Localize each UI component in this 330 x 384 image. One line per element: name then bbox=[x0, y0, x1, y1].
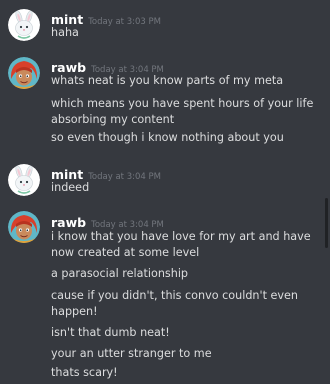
message-text: which means you have spent hours of your… bbox=[51, 97, 314, 126]
message-text: a parasocial relationship bbox=[51, 267, 189, 280]
avatar[interactable] bbox=[8, 9, 40, 41]
message-text: your an utter stranger to me bbox=[51, 347, 212, 360]
bunny-avatar-icon bbox=[8, 164, 40, 196]
bunny-avatar-icon bbox=[8, 9, 40, 41]
message-text: whats neat is you know parts of my meta bbox=[51, 74, 284, 87]
chat-messages-area: mint Today at 3:03 PM haha rawb Today at 3… bbox=[0, 0, 330, 384]
message-header: mint Today at 3:03 PM bbox=[51, 9, 161, 27]
message-text: so even though i know nothing about you bbox=[51, 131, 284, 144]
message-text: indeed bbox=[51, 181, 90, 194]
avatar[interactable] bbox=[8, 164, 40, 196]
red-haired-character-avatar-icon bbox=[8, 211, 40, 243]
scrollbar[interactable] bbox=[325, 198, 328, 248]
message-header: rawb Today at 3:04 PM bbox=[51, 212, 164, 230]
message-text: thats scary! bbox=[51, 366, 118, 379]
message-header: mint Today at 3:04 PM bbox=[51, 164, 161, 182]
red-haired-character-avatar-icon bbox=[8, 57, 40, 89]
message-text: i know that you have love for my art and… bbox=[51, 230, 311, 259]
avatar[interactable] bbox=[8, 57, 40, 89]
message-text: isn't that dumb neat! bbox=[51, 326, 170, 339]
message-header: rawb Today at 3:04 PM bbox=[51, 57, 164, 75]
message-text: haha bbox=[51, 26, 79, 39]
avatar[interactable] bbox=[8, 211, 40, 243]
message-text: cause if you didn't, this convo couldn't… bbox=[51, 289, 299, 318]
author-name[interactable]: rawb bbox=[51, 215, 86, 230]
